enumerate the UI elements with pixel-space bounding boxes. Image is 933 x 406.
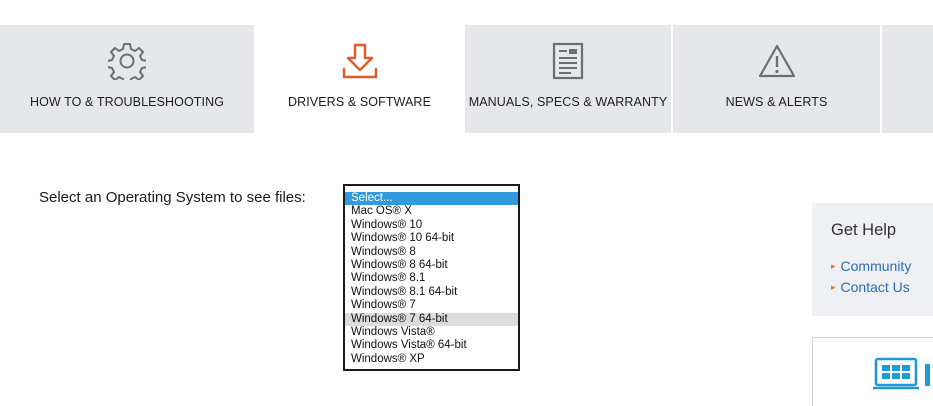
os-option[interactable]: Windows® 8 64-bit [345,259,518,272]
os-select-label: Select an Operating System to see files: [39,189,306,206]
os-option[interactable]: Mac OS® X [345,205,518,218]
gear-icon [107,41,147,81]
os-option[interactable]: Windows® 10 [345,219,518,232]
os-option[interactable]: Windows® 8.1 [345,272,518,285]
tab-label: NEWS & ALERTS [725,95,828,109]
os-option[interactable]: Windows® 8.1 64-bit [345,286,518,299]
warning-icon [757,41,797,81]
laptop-grid-icon [873,356,931,397]
tab-manuals-specs-warranty[interactable]: MANUALS, SPECS & WARRANTY [465,25,671,133]
os-option[interactable]: Windows® 10 64-bit [345,232,518,245]
download-icon [340,41,380,81]
caret-right-icon: ▸ [831,260,836,271]
tab-label: HOW TO & TROUBLESHOOTING [29,95,225,109]
os-select-dropdown[interactable]: Select... Mac OS® X Windows® 10 Windows® 10… [343,184,520,371]
community-link-label: Community [840,258,912,274]
get-help-panel: Get Help ▸ Community ▸ Contact Us [812,203,933,316]
community-link[interactable]: ▸ Community [831,258,933,274]
get-help-title: Get Help [831,221,897,239]
support-tab-bar: HOW TO & TROUBLESHOOTING DRIVERS & SOFTW… [0,25,933,133]
caret-right-icon: ▸ [831,281,836,292]
os-option[interactable]: Windows Vista® 64-bit [345,339,518,352]
tab-drivers-software[interactable]: DRIVERS & SOFTWARE [256,25,463,133]
contact-us-link-label: Contact Us [840,279,910,295]
os-option[interactable]: Windows® XP [345,353,518,366]
tab-how-to-troubleshooting[interactable]: HOW TO & TROUBLESHOOTING [0,25,254,133]
contact-us-link[interactable]: ▸ Contact Us [831,279,933,295]
tab-news-alerts[interactable]: NEWS & ALERTS [673,25,880,133]
os-option[interactable]: Windows Vista® [345,326,518,339]
tab-partial-next[interactable] [882,25,933,133]
tab-label: MANUALS, SPECS & WARRANTY [468,95,668,109]
os-option[interactable]: Select... [345,192,518,206]
os-option[interactable]: Windows® 7 64-bit [345,312,518,326]
document-icon [548,41,588,81]
tab-label: DRIVERS & SOFTWARE [287,95,432,109]
os-option[interactable]: Windows® 8 [345,246,518,259]
os-option[interactable]: Windows® 7 [345,299,518,312]
promo-panel[interactable] [812,337,933,406]
